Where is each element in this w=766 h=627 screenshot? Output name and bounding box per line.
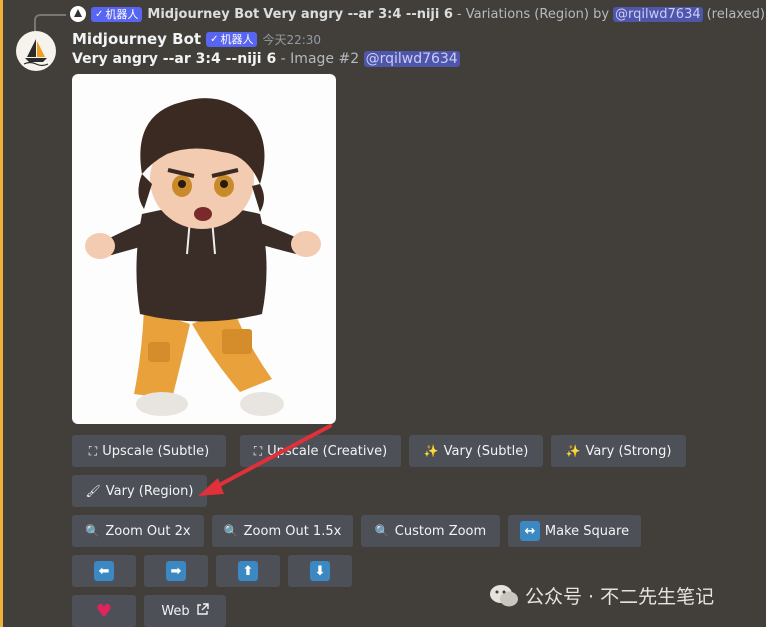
annotation-arrow xyxy=(198,424,332,496)
wechat-icon xyxy=(489,583,519,609)
watermark: 公众号 · 不二先生笔记 xyxy=(489,582,714,609)
